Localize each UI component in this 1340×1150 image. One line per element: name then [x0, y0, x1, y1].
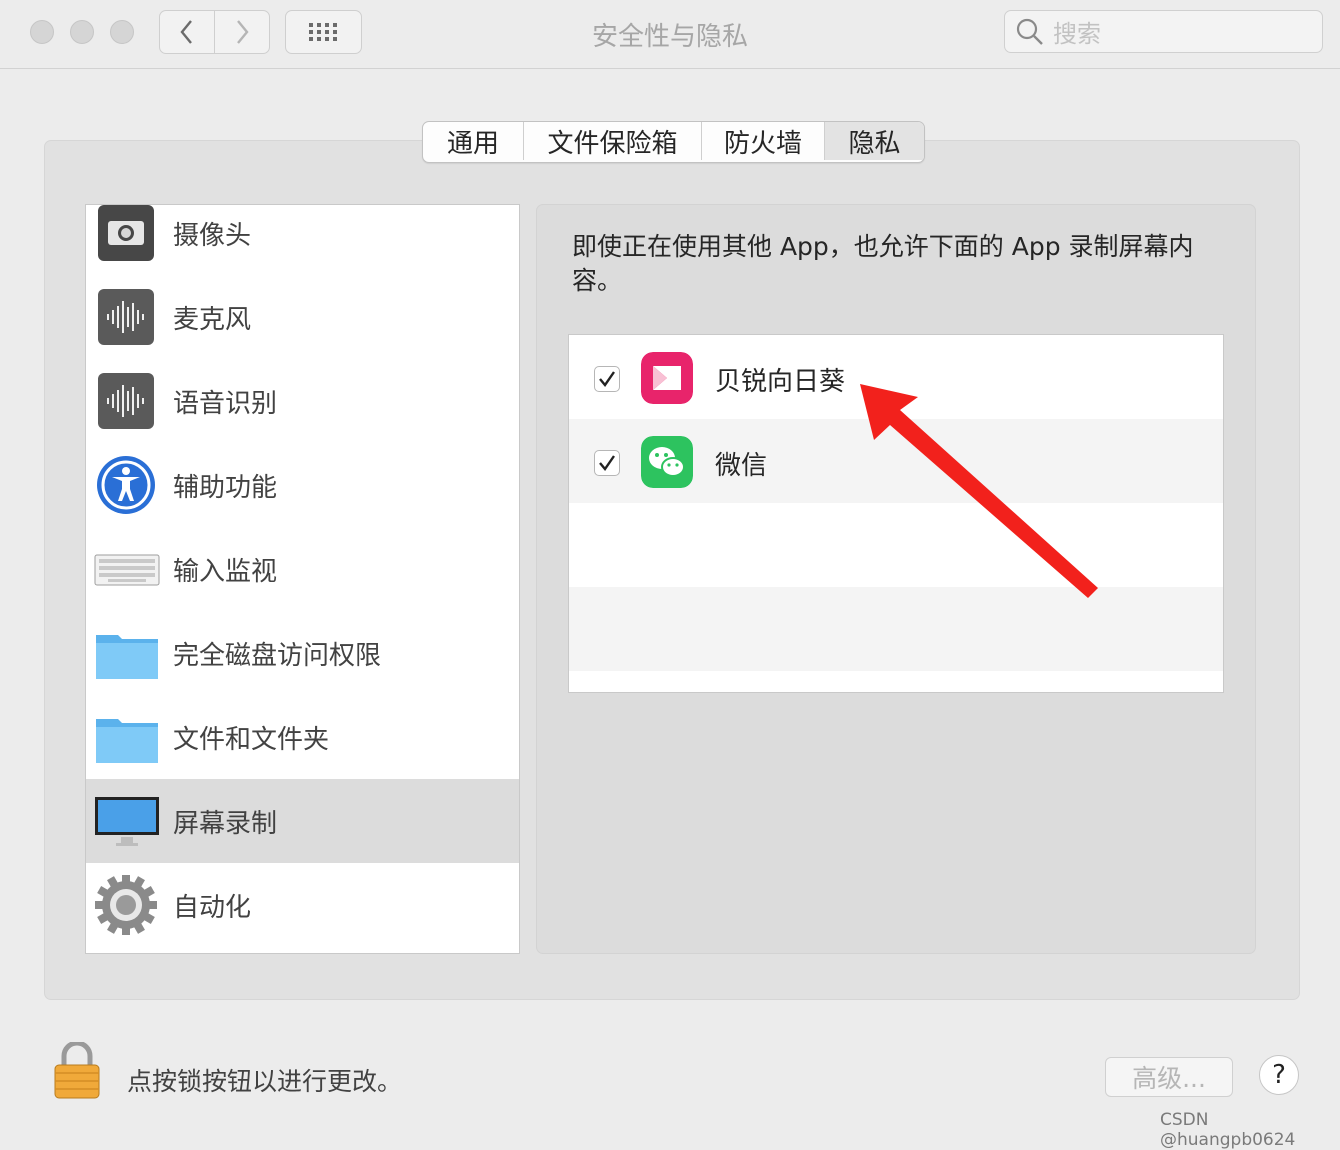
- advanced-button[interactable]: 高级...: [1105, 1057, 1233, 1097]
- app-name: 微信: [715, 451, 768, 481]
- search-field[interactable]: 搜索: [1004, 10, 1323, 53]
- sunlogin-app-icon: [641, 352, 693, 404]
- keyboard-icon: [94, 554, 160, 586]
- app-row[interactable]: 微信: [569, 419, 1223, 503]
- list-item-label: 屏幕录制: [173, 808, 278, 839]
- list-item-label: 文件和文件夹: [173, 724, 330, 755]
- list-item-speech-recognition[interactable]: 语音识别: [86, 359, 519, 443]
- tab-privacy[interactable]: 隐私: [825, 122, 924, 160]
- app-checkbox[interactable]: [594, 366, 620, 392]
- app-name: 贝锐向日葵: [715, 367, 846, 397]
- checkmark-icon: [599, 371, 615, 387]
- search-placeholder: 搜索: [1053, 20, 1101, 48]
- list-item-label: 完全磁盘访问权限: [173, 640, 382, 671]
- tab-general[interactable]: 通用: [423, 122, 524, 160]
- list-item-automation[interactable]: 自动化: [86, 863, 519, 947]
- empty-row: [569, 503, 1223, 587]
- list-item-full-disk-access[interactable]: 完全磁盘访问权限: [86, 611, 519, 695]
- folder-icon: [96, 719, 158, 763]
- list-item-screen-recording[interactable]: 屏幕录制: [86, 779, 519, 863]
- tab-firewall[interactable]: 防火墙: [702, 122, 825, 160]
- list-item-files-and-folders[interactable]: 文件和文件夹: [86, 695, 519, 779]
- list-item-label: 语音识别: [173, 388, 278, 419]
- list-item-accessibility[interactable]: 辅助功能: [86, 443, 519, 527]
- folder-icon: [96, 635, 158, 679]
- microphone-icon: [98, 289, 154, 345]
- display-icon: [95, 797, 159, 846]
- watermark: CSDN @huangpb0624: [1160, 1110, 1296, 1150]
- app-list: 贝锐向日葵 微信: [568, 334, 1224, 693]
- list-item-input-monitoring[interactable]: 输入监视: [86, 527, 519, 611]
- search-icon: [1016, 18, 1043, 45]
- lock-icon[interactable]: [52, 1042, 102, 1100]
- wechat-app-icon: [641, 436, 693, 488]
- list-item-label: 自动化: [173, 892, 252, 923]
- checkmark-icon: [599, 455, 615, 471]
- detail-description: 即使正在使用其他 App，也允许下面的 App 录制屏幕内容。: [572, 232, 1194, 295]
- list-item-label: 输入监视: [173, 556, 278, 587]
- app-checkbox[interactable]: [594, 450, 620, 476]
- empty-row: [569, 587, 1223, 671]
- tab-filevault[interactable]: 文件保险箱: [524, 122, 702, 160]
- camera-icon: [98, 205, 154, 261]
- title-bar: 安全性与隐私 搜索: [0, 0, 1340, 69]
- list-item-label: 麦克风: [173, 304, 252, 335]
- tab-bar: 通用 文件保险箱 防火墙 隐私: [422, 121, 925, 163]
- list-item-label: 摄像头: [173, 220, 252, 251]
- speech-recognition-icon: [98, 373, 154, 429]
- list-item-label: 辅助功能: [173, 472, 278, 503]
- gear-icon: [95, 875, 157, 935]
- lock-hint-text: 点按锁按钮以进行更改。: [127, 1067, 403, 1096]
- list-item-camera[interactable]: 摄像头: [86, 205, 519, 275]
- list-item-microphone[interactable]: 麦克风: [86, 275, 519, 359]
- help-button[interactable]: ?: [1259, 1055, 1299, 1095]
- app-row[interactable]: 贝锐向日葵: [569, 335, 1223, 419]
- privacy-category-list: 摄像头 麦克风 语音识别 辅助功能 输入监视 完全磁盘访问权限 文件和文件夹 屏…: [85, 204, 520, 954]
- accessibility-icon: [97, 456, 155, 514]
